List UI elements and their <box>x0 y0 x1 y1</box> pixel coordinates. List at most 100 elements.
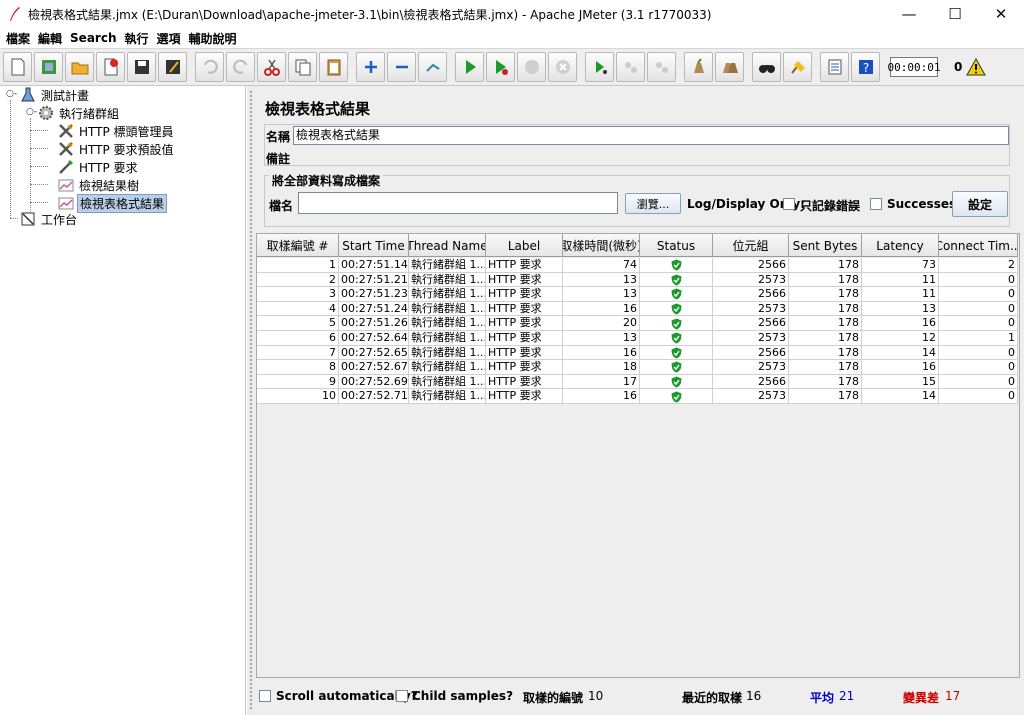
column-header-sample-number[interactable]: 取樣編號 # <box>257 234 339 257</box>
remote-start-icon <box>595 61 607 74</box>
table-row[interactable]: 3 00:27:51.233 執行緒群組 1... HTTP 要求 13 2566 178 1… <box>257 287 1018 302</box>
maximize-button[interactable]: ☐ <box>932 0 978 28</box>
cell-sample-number: 9 <box>257 374 339 390</box>
collapse-button[interactable] <box>387 52 416 82</box>
search-button[interactable] <box>752 52 781 82</box>
cell-connect-time: 0 <box>939 345 1018 361</box>
column-header-label[interactable]: Label <box>486 234 563 257</box>
undo-button[interactable] <box>195 52 224 82</box>
browse-button[interactable]: 瀏覽... <box>625 193 681 214</box>
clear-button[interactable] <box>684 52 713 82</box>
expand-button[interactable] <box>356 52 385 82</box>
tree-item-http-request-defaults[interactable]: HTTP 要求預設值 <box>58 140 176 158</box>
menu-edit[interactable]: 編輯 <box>36 30 68 47</box>
latest-sample-label: 最近的取樣 <box>682 691 743 705</box>
cell-status <box>640 272 713 288</box>
child-samples-checkbox[interactable] <box>396 690 408 702</box>
table-row[interactable]: 6 00:27:52.645 執行緒群組 1... HTTP 要求 13 2573 178 1… <box>257 330 1018 346</box>
help-button[interactable]: ? <box>851 52 880 82</box>
column-header-start-time[interactable]: Start Time <box>339 234 409 257</box>
cell-thread-name: 執行緒群組 1... <box>411 374 486 390</box>
toggle-button[interactable] <box>418 52 447 82</box>
tree-toggle-thread-group[interactable]: ○- <box>26 107 37 117</box>
cell-sent-bytes: 178 <box>789 374 862 390</box>
function-helper-button[interactable] <box>820 52 849 82</box>
start-button[interactable] <box>455 52 484 82</box>
templates-button[interactable] <box>34 52 63 82</box>
copy-button[interactable] <box>288 52 317 82</box>
name-input[interactable]: 檢視表格式結果 <box>293 126 1009 145</box>
cut-button[interactable] <box>257 52 286 82</box>
success-shield-icon <box>671 376 681 388</box>
column-header-latency[interactable]: Latency <box>862 234 939 257</box>
cell-label: HTTP 要求 <box>486 272 563 288</box>
tree-item-http-header-manager[interactable]: HTTP 標頭管理員 <box>58 122 176 140</box>
column-header-sample-time[interactable]: 取樣時間(微秒) <box>563 234 640 257</box>
title-bar: 檢視表格式結果.jmx (E:\Duran\Download\apache-jm… <box>0 0 1024 28</box>
cell-sample-time: 20 <box>563 316 640 331</box>
tree-item-workbench[interactable]: 工作台 <box>20 210 79 228</box>
cell-sample-time: 16 <box>563 301 640 317</box>
new-button[interactable] <box>3 52 32 82</box>
table-row[interactable]: 10 00:27:52.711 執行緒群組 1... HTTP 要求 16 2573 178… <box>257 389 1018 404</box>
cell-thread-name: 執行緒群組 1... <box>411 287 486 302</box>
save-as-button[interactable] <box>158 52 187 82</box>
clear-all-button[interactable] <box>715 52 744 82</box>
templates-icon <box>41 60 56 74</box>
redo-button[interactable] <box>226 52 255 82</box>
column-header-sent-bytes[interactable]: Sent Bytes <box>789 234 862 257</box>
table-row[interactable]: 9 00:27:52.693 執行緒群組 1... HTTP 要求 17 2566 178 1… <box>257 374 1018 390</box>
stop-button[interactable] <box>517 52 546 82</box>
cell-bytes: 2573 <box>713 389 789 404</box>
paste-button[interactable] <box>319 52 348 82</box>
remote-shutdown-icon <box>655 62 668 73</box>
reset-search-button[interactable] <box>783 52 812 82</box>
table-row[interactable]: 1 00:27:51.144 執行緒群組 1... HTTP 要求 74 2566 178 7… <box>257 258 1018 273</box>
menu-search[interactable]: Search <box>68 31 122 45</box>
shutdown-button[interactable] <box>548 52 577 82</box>
close-file-button[interactable] <box>96 52 125 82</box>
remote-stop-button[interactable] <box>616 52 645 82</box>
tree-toggle-test-plan[interactable]: ○- <box>6 89 17 99</box>
tree-item-view-results-tree[interactable]: 檢視結果樹 <box>58 176 141 194</box>
cell-thread-name: 執行緒群組 1... <box>411 316 486 331</box>
minimize-button[interactable]: — <box>886 0 932 28</box>
config-icon <box>59 124 73 138</box>
column-header-connect-time[interactable]: Connect Tim... <box>939 234 1018 257</box>
menu-options[interactable]: 選項 <box>155 30 187 47</box>
menu-help[interactable]: 輔助說明 <box>187 30 243 47</box>
cell-connect-time: 1 <box>939 330 1018 346</box>
split-pane-divider[interactable] <box>247 86 255 715</box>
column-header-bytes[interactable]: 位元組 <box>713 234 789 257</box>
start-no-timers-button[interactable] <box>486 52 515 82</box>
tree-item-thread-group[interactable]: 執行緒群組 <box>38 104 121 122</box>
success-shield-icon <box>671 274 681 286</box>
cell-sent-bytes: 178 <box>789 360 862 375</box>
open-button[interactable] <box>65 52 94 82</box>
table-row[interactable]: 7 00:27:52.659 執行緒群組 1... HTTP 要求 16 2566 178 1… <box>257 345 1018 361</box>
menu-file[interactable]: 檔案 <box>4 30 36 47</box>
warning-icon[interactable] <box>966 57 987 77</box>
close-button[interactable]: ✕ <box>978 0 1024 28</box>
table-row[interactable]: 8 00:27:52.675 執行緒群組 1... HTTP 要求 18 2573 178 1… <box>257 360 1018 375</box>
scroll-automatically-checkbox[interactable] <box>259 690 271 702</box>
column-header-thread-name[interactable]: Thread Name <box>409 234 486 257</box>
column-header-status[interactable]: Status <box>640 234 713 257</box>
tree-item-test-plan[interactable]: 測試計畫 <box>20 86 91 104</box>
successes-checkbox[interactable] <box>870 198 882 210</box>
cell-bytes: 2566 <box>713 258 789 273</box>
save-button[interactable] <box>127 52 156 82</box>
menu-run[interactable]: 執行 <box>122 30 154 47</box>
errors-only-checkbox[interactable] <box>783 198 795 210</box>
table-row[interactable]: 5 00:27:51.263 執行緒群組 1... HTTP 要求 20 2566 178 1… <box>257 316 1018 331</box>
tree-item-http-request[interactable]: HTTP 要求 <box>58 158 140 176</box>
table-row[interactable]: 4 00:27:51.247 執行緒群組 1... HTTP 要求 16 2573 178 1… <box>257 301 1018 317</box>
filename-input[interactable] <box>298 192 618 214</box>
save-as-icon <box>165 60 180 74</box>
remote-start-button[interactable] <box>585 52 614 82</box>
table-row[interactable]: 2 00:27:51.219 執行緒群組 1... HTTP 要求 13 2573 178 1… <box>257 272 1018 288</box>
remote-shutdown-button[interactable] <box>647 52 676 82</box>
cell-sample-time: 18 <box>563 360 640 375</box>
success-shield-icon <box>671 259 681 271</box>
configure-button[interactable]: 設定 <box>952 191 1008 217</box>
